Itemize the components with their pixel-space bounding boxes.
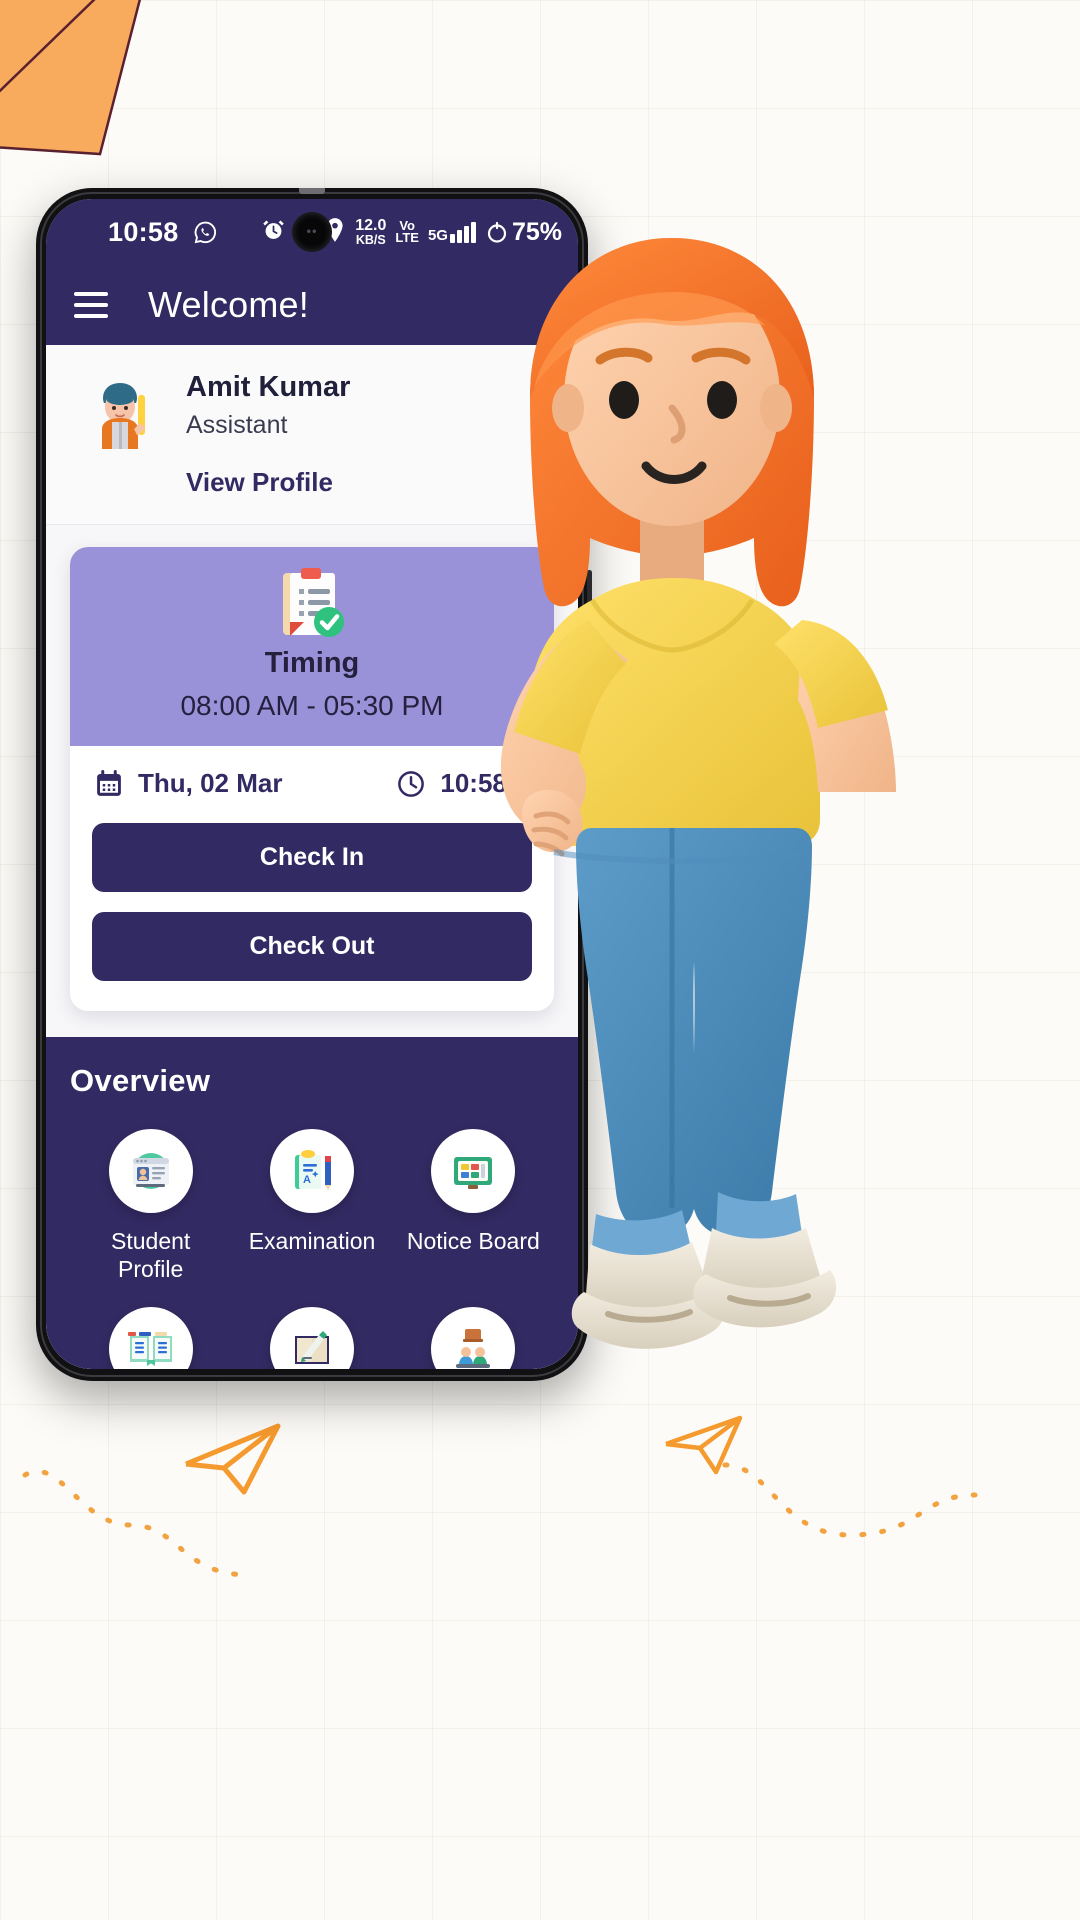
camera-punch-hole — [292, 212, 332, 252]
alarm-clock-icon — [261, 217, 286, 247]
tile-homework[interactable]: Homework — [70, 1307, 231, 1369]
profile-name: Amit Kumar — [186, 371, 351, 403]
status-time: 10:58 — [108, 216, 179, 247]
svg-text:A: A — [303, 1174, 311, 1186]
tile-classwork[interactable]: Classwork — [231, 1307, 392, 1369]
3d-character-illustration — [500, 238, 896, 1349]
teacher-avatar-icon — [102, 383, 145, 449]
tile-label: Examination — [248, 1228, 376, 1254]
volte-indicator: Vo LTE — [395, 219, 419, 245]
profile-info: Amit Kumar Assistant View Profile — [186, 367, 350, 498]
calendar-icon — [97, 769, 121, 796]
check-in-button[interactable]: Check In — [92, 823, 532, 892]
tile-student-profile[interactable]: Student Profile — [70, 1129, 231, 1283]
profile-role: Assistant — [186, 411, 288, 439]
volte-bottom: LTE — [395, 230, 419, 245]
check-out-button[interactable]: Check Out — [92, 912, 532, 981]
corner-decoration — [0, 0, 142, 156]
data-rate-indicator: 12.0 KB/S — [355, 218, 386, 246]
network-type-label: 5G — [427, 226, 448, 244]
view-profile-link[interactable]: View Profile — [186, 467, 350, 498]
homework-icon — [108, 1307, 193, 1369]
network-signal-group: 5G — [427, 221, 476, 244]
examination-icon: A — [269, 1129, 354, 1213]
whatsapp-icon — [193, 220, 218, 245]
phone-speaker — [299, 188, 325, 194]
hamburger-menu-icon[interactable] — [74, 292, 108, 318]
dotted-path-left — [22, 1469, 253, 1578]
dotted-path-right — [722, 1462, 978, 1538]
clipboard-check-icon — [283, 568, 344, 637]
page-title: Welcome! — [148, 284, 309, 325]
tile-examination[interactable]: A Examination — [231, 1129, 392, 1283]
tile-label: Student Profile — [111, 1228, 191, 1283]
data-rate-unit: KB/S — [355, 232, 386, 247]
classwork-icon — [269, 1307, 354, 1369]
timing-date: Thu, 02 Mar — [138, 768, 283, 798]
data-rate-value: 12.0 — [355, 217, 387, 235]
clock-icon — [398, 770, 425, 797]
student-profile-icon — [108, 1129, 193, 1213]
date-group: Thu, 02 Mar — [94, 768, 282, 799]
